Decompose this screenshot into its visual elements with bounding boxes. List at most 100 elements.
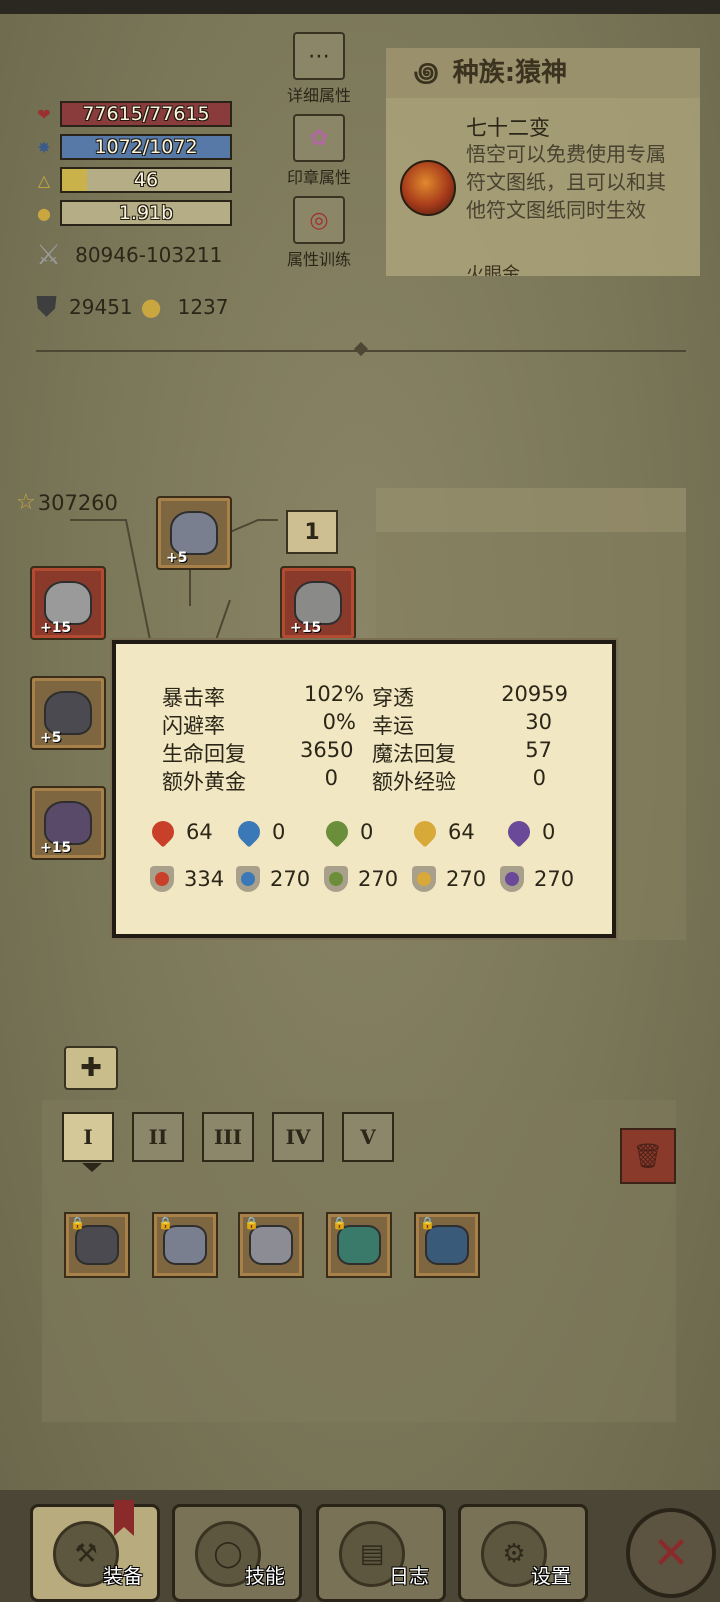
light-attack-value: 64 xyxy=(448,820,475,844)
dark-resist: 270 xyxy=(500,866,574,892)
water-attack: 0 xyxy=(233,816,286,848)
active-tab-indicator xyxy=(82,1163,102,1172)
trash-icon: 🗑 xyxy=(632,1142,664,1170)
leaf-shield-icon xyxy=(324,866,348,892)
close-button[interactable]: ✕ xyxy=(626,1508,716,1598)
item-detail-pane-header xyxy=(376,488,686,532)
mp-regen-label: 魔法回复 xyxy=(372,742,456,766)
nav-skills-button[interactable]: ◯ 技能 xyxy=(172,1504,302,1602)
preset-tab-1[interactable]: I xyxy=(62,1112,114,1162)
tier-indicator[interactable]: 1 xyxy=(286,510,338,554)
leaf-icon xyxy=(321,816,353,848)
preset-item-crown[interactable]: 🔒 xyxy=(152,1212,218,1278)
light-resist: 270 xyxy=(412,866,486,892)
preset-tab-4[interactable]: IV xyxy=(272,1112,324,1162)
preset-tab-label: V xyxy=(360,1125,376,1149)
enhance-level: +15 xyxy=(40,840,72,856)
preset-item-gauntlet[interactable]: 🔒 xyxy=(64,1212,130,1278)
close-icon: ✕ xyxy=(652,1527,690,1579)
mp-regen-value: 57 xyxy=(525,738,552,762)
water-drop-icon xyxy=(233,816,265,848)
fire-drop-icon xyxy=(147,816,179,848)
nature-resist-value: 270 xyxy=(358,867,399,891)
fire-resist-value: 334 xyxy=(184,867,225,891)
water-attack-value: 0 xyxy=(272,820,286,844)
nav-settings-label: 设置 xyxy=(531,1564,571,1588)
fire-attack: 64 xyxy=(147,816,213,848)
add-equipment-button[interactable]: ✚ xyxy=(64,1046,118,1090)
enhance-level: +5 xyxy=(166,550,188,566)
extra-gold-label: 额外黄金 xyxy=(162,770,246,794)
preset-tab-5[interactable]: V xyxy=(342,1112,394,1162)
water-resist-value: 270 xyxy=(270,867,311,891)
dodge-rate-value: 0% xyxy=(322,710,356,734)
equipment-slot-offhand[interactable]: +15 xyxy=(30,786,106,860)
extra-gold-value: 0 xyxy=(324,766,338,790)
crown-icon xyxy=(170,511,218,555)
extra-exp-label: 额外经验 xyxy=(372,770,456,794)
plus-icon: ✚ xyxy=(80,1053,102,1083)
hp-regen-value: 3650 xyxy=(300,738,354,762)
starburst-icon xyxy=(409,816,441,848)
lock-icon: 🔒 xyxy=(332,1216,347,1230)
bracelet-icon xyxy=(425,1225,469,1265)
armor-icon xyxy=(44,581,92,625)
luck-value: 30 xyxy=(525,710,552,734)
preset-tab-label: I xyxy=(83,1125,93,1149)
nature-resist: 270 xyxy=(324,866,398,892)
dark-orb-icon xyxy=(503,816,535,848)
preset-tab-label: III xyxy=(213,1125,243,1149)
crit-rate-value: 102% xyxy=(304,682,365,706)
gauntlet-icon xyxy=(75,1225,119,1265)
preset-tab-label: II xyxy=(148,1125,168,1149)
preset-item-bracelet[interactable]: 🔒 xyxy=(414,1212,480,1278)
dagger-icon xyxy=(44,801,92,845)
water-shield-icon xyxy=(236,866,260,892)
attributes-popup: 暴击率 102% 穿透 20959 闪避率 0% 幸运 30 生命回复 3650… xyxy=(112,640,616,938)
preset-tab-label: IV xyxy=(285,1125,311,1149)
gem-chest-icon xyxy=(337,1225,381,1265)
dark-attack: 0 xyxy=(503,816,556,848)
preset-tab-2[interactable]: II xyxy=(132,1112,184,1162)
nav-equip-label: 装备 xyxy=(103,1564,143,1588)
lock-icon: 🔒 xyxy=(70,1216,85,1230)
penetration-value: 20959 xyxy=(501,682,568,706)
fire-resist: 334 xyxy=(150,866,224,892)
equipment-slot-weapon[interactable]: +5 xyxy=(30,676,106,750)
winged-armor-icon xyxy=(249,1225,293,1265)
nav-skills-label: 技能 xyxy=(245,1564,285,1588)
penetration-label: 穿透 xyxy=(372,686,414,710)
fire-attack-value: 64 xyxy=(186,820,213,844)
light-resist-value: 270 xyxy=(446,867,487,891)
nav-settings-button[interactable]: ⚙ 设置 xyxy=(458,1504,588,1602)
enhance-level: +5 xyxy=(40,730,62,746)
fire-shield-icon xyxy=(150,866,174,892)
equipment-slot-ring[interactable]: +15 xyxy=(280,566,356,640)
light-attack: 64 xyxy=(409,816,475,848)
dark-resist-value: 270 xyxy=(534,867,575,891)
nature-attack: 0 xyxy=(321,816,374,848)
dark-attack-value: 0 xyxy=(542,820,556,844)
equipment-slot-helmet[interactable]: +5 xyxy=(156,496,232,570)
preset-item-wings[interactable]: 🔒 xyxy=(238,1212,304,1278)
amulet-icon xyxy=(294,581,342,625)
preset-item-chest[interactable]: 🔒 xyxy=(326,1212,392,1278)
starburst-shield-icon xyxy=(412,866,436,892)
preset-tab-3[interactable]: III xyxy=(202,1112,254,1162)
nav-log-button[interactable]: ▤ 日志 xyxy=(316,1504,446,1602)
delete-button[interactable]: 🗑 xyxy=(620,1128,676,1184)
enhance-level: +15 xyxy=(290,620,322,636)
equipment-slot-armor[interactable]: +15 xyxy=(30,566,106,640)
water-resist: 270 xyxy=(236,866,310,892)
nature-attack-value: 0 xyxy=(360,820,374,844)
hp-regen-label: 生命回复 xyxy=(162,742,246,766)
nav-equip-button[interactable]: ⚒ 装备 xyxy=(30,1504,160,1602)
enhance-level: +15 xyxy=(40,620,72,636)
crown-icon xyxy=(163,1225,207,1265)
gauntlet-icon xyxy=(44,691,92,735)
extra-exp-value: 0 xyxy=(532,766,546,790)
tier-value: 1 xyxy=(304,519,320,545)
crit-rate-label: 暴击率 xyxy=(162,686,225,710)
dark-shield-icon xyxy=(500,866,524,892)
nav-log-label: 日志 xyxy=(389,1564,429,1588)
